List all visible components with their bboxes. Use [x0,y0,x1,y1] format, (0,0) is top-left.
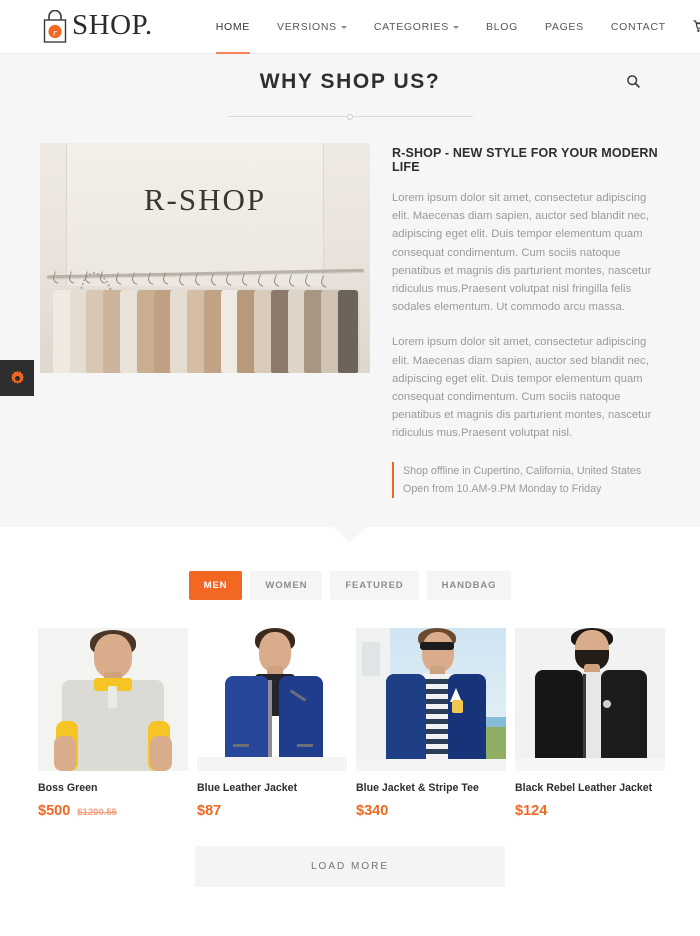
nav-label: CONTACT [610,20,666,33]
product-price: $340 [356,803,389,819]
quote-line-2: Open from 10.AM-9.PM Monday to Friday [403,482,602,495]
filter-tab-handbag[interactable]: HANDBAG [426,571,512,600]
product-grid: Boss Green $500 $1200.55 Blue Leather Ja… [38,628,665,819]
product-price: $124 [515,803,548,819]
product-card[interactable]: Black Rebel Leather Jacket $124 [515,628,665,819]
svg-text:r: r [53,28,57,38]
product-price-row: $124 [515,803,665,819]
filter-tab-women[interactable]: WOMEN [250,571,323,600]
product-name: Black Rebel Leather Jacket [515,782,653,794]
product-image[interactable] [515,628,665,771]
product-name: Boss Green [38,782,98,794]
site-header: r SHOP. HOME VERSIONS CATEGORIES BLOG PA… [0,0,700,54]
nav-label: PAGES [544,20,584,33]
hero-paragraph-1: Lorem ipsum dolor sit amet, consectetur … [392,192,652,314]
hero-image: R-SHOP [40,143,370,373]
hero-image-clothes [50,290,360,373]
product-price-row: $340 [356,803,506,819]
product-card[interactable]: Blue Jacket & Stripe Tee $340 [356,628,506,819]
filter-tab-men[interactable]: MEN [188,571,243,600]
logo[interactable]: r SHOP. [40,8,153,44]
chevron-down-icon [452,26,459,29]
hero-image-hangers [51,270,350,288]
product-filter-tabs: MEN WOMEN FEATURED HANDBAG [0,571,700,600]
shop-info-quote: Shop offline in Cupertino, California, U… [392,461,660,498]
product-image[interactable] [356,628,506,771]
logo-text: SHOP. [72,8,153,41]
settings-panel-toggle[interactable] [0,360,34,396]
hero-image-sign: R-SHOP [143,182,267,218]
gear-icon [10,370,24,384]
chevron-down-icon [340,26,347,29]
shopping-cart-icon[interactable] [693,20,700,33]
why-shop-us-section: WHY SHOP US? R-SHOP R-SHOP - NEW STYLE F… [0,54,700,542]
quote-line-1: Shop offline in Cupertino, California, U… [403,464,642,477]
search-icon[interactable] [624,72,642,90]
product-price-row: $87 [197,803,347,819]
product-image[interactable] [197,628,347,771]
load-more-button[interactable]: LOAD MORE [195,846,505,887]
product-card[interactable]: Blue Leather Jacket $87 [197,628,347,819]
hero-paragraph-2: Lorem ipsum dolor sit amet, consectetur … [392,336,652,440]
nav-item-pages[interactable]: PAGES [545,0,584,54]
nav-label: VERSIONS [277,20,337,33]
nav-item-home[interactable]: HOME [215,0,251,54]
product-image[interactable] [38,628,188,771]
nav-label: CATEGORIES [373,20,449,33]
shopping-bag-icon: r [40,9,70,44]
product-name: Blue Jacket & Stripe Tee [356,782,479,794]
nav-label: HOME [215,20,250,33]
nav-item-categories[interactable]: CATEGORIES [374,0,459,54]
nav-label: BLOG [485,20,518,33]
page-title: WHY SHOP US? [259,70,441,93]
product-old-price: $1200.55 [77,807,117,818]
product-price: $87 [197,803,222,819]
nav-item-blog[interactable]: BLOG [486,0,518,54]
product-name: Blue Leather Jacket [197,782,298,794]
product-card[interactable]: Boss Green $500 $1200.55 [38,628,188,819]
hero-text-column: R-SHOP - NEW STYLE FOR YOUR MODERN LIFE … [392,143,660,498]
nav-item-versions[interactable]: VERSIONS [277,0,347,54]
hero-heading: R-SHOP - NEW STYLE FOR YOUR MODERN LIFE [392,146,658,174]
title-divider [227,113,473,120]
main-navigation: HOME VERSIONS CATEGORIES BLOG PAGES CONT… [215,0,700,54]
product-price-row: $500 $1200.55 [38,803,188,819]
filter-tab-featured[interactable]: FEATURED [330,571,419,600]
nav-item-contact[interactable]: CONTACT [611,0,666,54]
product-price: $500 [38,803,71,819]
hero-row: R-SHOP R-SHOP - NEW STYLE FOR YOUR MODER… [40,143,660,498]
